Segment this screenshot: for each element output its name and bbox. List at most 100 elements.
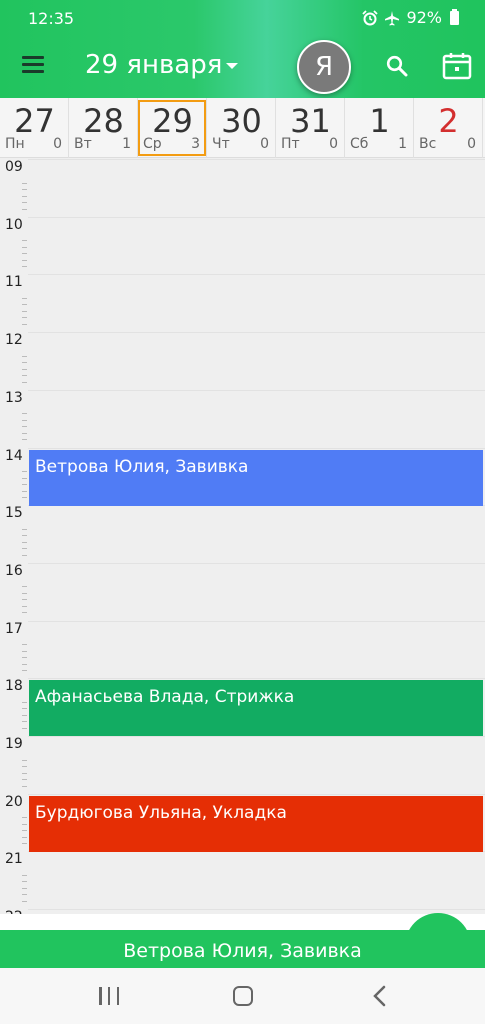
time-tick [22,497,27,498]
alarm-icon [362,9,379,25]
appointment-count: 1 [122,136,131,152]
weekday-label: Чт [212,136,230,152]
current-appointment-bar[interactable]: Ветрова Юлия, Завивка [0,930,485,968]
appointment-count: 1 [398,136,407,152]
time-tick [22,881,27,883]
time-tick [22,874,27,876]
appointment-card[interactable]: Бурдюгова Ульяна, Укладка [29,795,483,852]
home-icon[interactable] [233,986,253,1006]
hour-label: 16 [5,562,23,579]
weekday-label: Пт [281,136,300,152]
hour-label: 14 [5,447,23,464]
hour-label: 12 [5,332,23,349]
chevron-down-icon[interactable] [226,63,238,69]
time-tick [22,843,27,845]
search-icon[interactable] [386,55,408,77]
time-tick [22,612,27,614]
hour-divider [28,159,485,160]
recents-icon[interactable] [99,987,119,1005]
time-tick [22,592,27,594]
day-number: 1 [369,102,390,140]
time-tick [22,657,27,659]
time-tick [22,304,27,306]
time-tick [22,490,27,492]
time-tick [22,663,27,665]
hour-divider [28,332,485,334]
day-number: 31 [290,102,331,140]
hour-label: 13 [5,389,23,406]
time-tick [22,439,27,441]
time-tick [22,413,27,415]
time-tick [22,477,27,479]
day-schedule[interactable]: 09 10 11 12 13 14 15 16 17 18 19 20 21 22 Ветрова Юлия… [0,158,485,914]
hour-divider [28,216,485,218]
time-tick [22,297,27,299]
appointment-count: 3 [191,136,200,152]
day-cell[interactable]: 27 Пн 0 [0,98,69,158]
time-tick [22,528,27,530]
appointment-card[interactable]: Ветрова Юлия, Завивка [29,449,483,506]
appointment-count: 0 [329,136,338,152]
time-tick [22,900,27,902]
menu-icon[interactable] [22,56,44,73]
avatar[interactable]: Я [297,40,351,94]
day-cell[interactable]: 28 Вт 1 [69,98,138,158]
airplane-mode-icon [385,10,400,25]
hour-label: 22 [5,909,23,914]
day-cell[interactable]: 31 Пт 0 [276,98,345,158]
time-tick [22,759,27,761]
time-tick [22,554,27,556]
time-tick [22,246,27,248]
day-cell[interactable]: 29 Ср 3 [138,98,207,158]
hour-divider [28,447,485,449]
weekday-label: Вт [74,136,92,152]
time-tick [22,714,27,716]
hour-label: 18 [5,678,23,695]
battery-percent: 92% [406,8,442,27]
day-number: 2 [438,102,459,140]
appointment-card[interactable]: Афанасьева Влада, Стрижка [29,680,483,737]
time-tick [22,670,27,672]
time-tick [22,471,27,472]
weekday-label: Пн [5,136,25,152]
time-tick [22,605,27,607]
day-number: 29 [152,102,193,140]
time-tick [22,836,27,838]
status-bar: 12:35 92% [0,0,485,36]
time-tick [22,362,27,364]
week-day-strip: 27 Пн 0 28 Вт 1 29 Ср 3 30 Чт 0 31 Пт 0 1 Сб 1 2 Вс 0 [0,98,485,158]
time-tick [22,535,27,537]
appointment-count: 0 [260,136,269,152]
day-cell[interactable]: 1 Сб 1 [345,98,414,158]
day-cell[interactable]: 2 Вс 0 [414,98,483,158]
time-tick [22,541,27,543]
time-tick [22,727,27,729]
hour-divider [28,678,485,680]
weekday-label: Вс [419,136,437,152]
hour-label: 15 [5,505,23,522]
time-tick [22,375,27,377]
hour-divider [28,274,485,276]
time-tick [22,823,27,825]
time-tick [22,817,27,819]
calendar-icon[interactable] [442,52,472,80]
date-selector[interactable]: 29 января [85,50,222,80]
time-tick [22,701,27,703]
time-tick [22,766,27,767]
time-tick [22,317,27,319]
time-tick [22,355,27,357]
hour-label: 21 [5,851,23,868]
hour-label: 19 [5,736,23,752]
time-tick [22,253,27,255]
day-cell[interactable]: 30 Чт 0 [207,98,276,158]
hour-label: 09 [5,159,23,175]
back-icon[interactable] [370,985,390,1007]
time-tick [22,548,27,550]
time-tick [22,182,27,184]
time-tick [22,202,27,203]
hour-divider [28,562,485,564]
time-tick [22,599,27,601]
time-tick [22,419,27,421]
hour-divider [28,620,485,622]
time-tick [22,779,27,780]
